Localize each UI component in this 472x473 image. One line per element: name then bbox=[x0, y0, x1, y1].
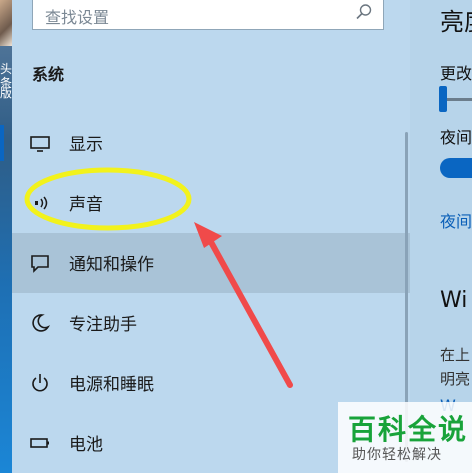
nav-item-sound[interactable]: 声音 bbox=[12, 173, 410, 233]
notification-icon bbox=[31, 255, 49, 273]
battery-icon bbox=[30, 438, 49, 448]
content-heading: 亮度 bbox=[440, 8, 472, 36]
brightness-change-label: 更改 bbox=[440, 64, 472, 83]
desktop-strip: 头条 版 bbox=[0, 0, 12, 473]
night-light-toggle[interactable] bbox=[440, 158, 472, 178]
night-light-label: 夜间 bbox=[440, 128, 472, 147]
search-icon[interactable] bbox=[355, 3, 373, 21]
search-placeholder: 查找设置 bbox=[45, 8, 110, 27]
nav-item-display[interactable]: 显示 bbox=[0, 113, 410, 173]
watermark: 百科全说 助你轻松解决 bbox=[338, 382, 472, 473]
nav-item-label: 电源和睡眠 bbox=[69, 375, 154, 395]
moon-icon bbox=[32, 314, 51, 332]
nav-item-label: 电池 bbox=[69, 435, 103, 455]
speaker-icon bbox=[35, 196, 48, 210]
windows-section-heading: Wi bbox=[440, 288, 468, 313]
desktop-label-2: 版 bbox=[0, 86, 12, 100]
nav-item-label: 专注助手 bbox=[69, 315, 137, 335]
search-box[interactable]: 查找设置 bbox=[32, 0, 384, 30]
nav-item-notifications[interactable]: 通知和操作 bbox=[12, 233, 410, 293]
nav-item-focus-assist[interactable]: 专注助手 bbox=[12, 293, 410, 353]
nav-item-label: 通知和操作 bbox=[69, 255, 154, 275]
power-icon bbox=[32, 374, 48, 392]
nav-item-label: 声音 bbox=[69, 195, 103, 215]
monitor-icon bbox=[30, 136, 50, 152]
section-title: 系统 bbox=[32, 65, 65, 84]
night-light-settings-link[interactable]: 夜间 bbox=[440, 208, 472, 232]
nav-item-label: 显示 bbox=[69, 135, 103, 155]
watermark-title: 百科全说 bbox=[348, 413, 469, 446]
watermark-subtitle: 助你轻松解决 bbox=[352, 447, 442, 463]
desktop-thumbnail[interactable] bbox=[0, 0, 12, 46]
brightness-slider-thumb[interactable] bbox=[439, 86, 447, 112]
content-text-line-1: 在上 bbox=[440, 346, 471, 364]
